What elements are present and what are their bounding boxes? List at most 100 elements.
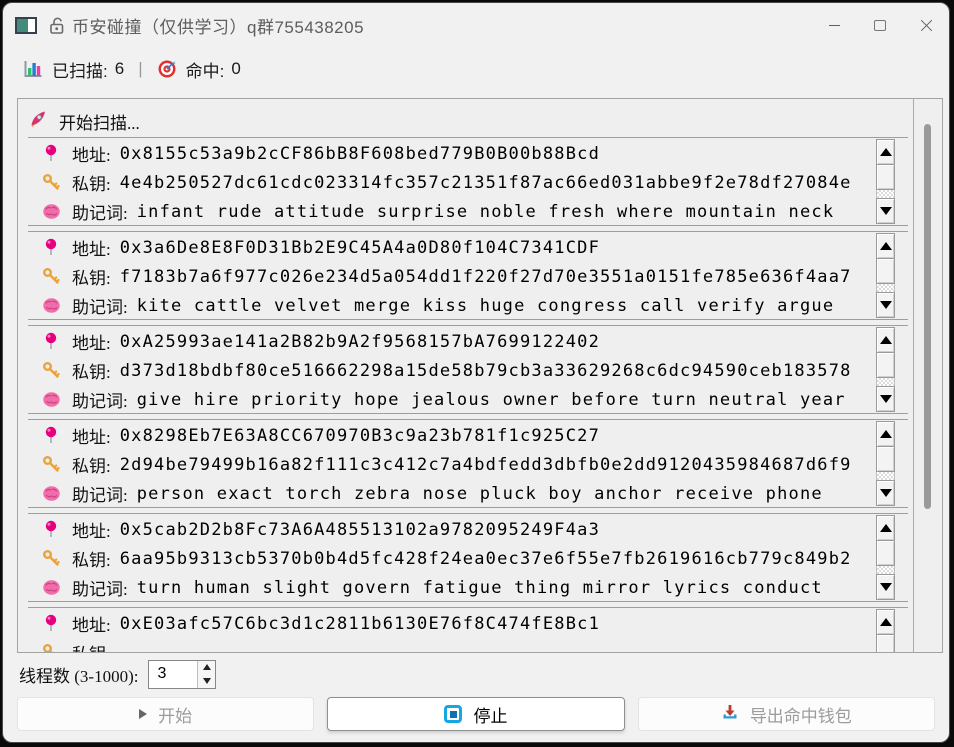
entry-scroll-down-button[interactable] bbox=[876, 480, 895, 506]
address-line: 地址: 0xE03afc57C6bc3d1c2811b6130E76f8C474… bbox=[40, 609, 908, 638]
close-button[interactable] bbox=[903, 3, 949, 47]
scroll-up-icon bbox=[880, 148, 892, 156]
scroll-up-icon bbox=[880, 242, 892, 250]
mnemonic-label: 助记词: bbox=[72, 293, 128, 318]
address-line: 地址: 0xA25993ae141a2B82b9A2f9568157bA7699… bbox=[40, 327, 908, 356]
thread-count-value[interactable]: 3 bbox=[149, 661, 197, 688]
log-scrollbar-track[interactable] bbox=[913, 99, 942, 652]
key-icon bbox=[40, 267, 62, 286]
scroll-up-icon bbox=[880, 336, 892, 344]
scroll-up-icon bbox=[880, 430, 892, 438]
entry-scroll-up-button[interactable] bbox=[876, 139, 895, 165]
scan-start-message: 开始扫描... bbox=[59, 109, 140, 134]
scan-chart-icon bbox=[23, 59, 43, 79]
entry-scrollbar-thumb[interactable] bbox=[876, 164, 895, 190]
key-icon bbox=[40, 173, 62, 192]
entry-scrollbar[interactable] bbox=[876, 421, 895, 506]
entry-scrollbar[interactable] bbox=[876, 515, 895, 600]
entry-scrollbar-track[interactable] bbox=[876, 566, 895, 574]
entry-scroll-down-button[interactable] bbox=[876, 292, 895, 318]
thread-count-spinbox[interactable]: 3 bbox=[148, 660, 216, 689]
action-buttons: 开始 停止 导出命中钱包 bbox=[17, 697, 935, 731]
window-controls bbox=[811, 3, 949, 47]
scanned-value: 6 bbox=[115, 59, 124, 79]
entry-scroll-down-button[interactable] bbox=[876, 198, 895, 224]
mnemonic-value: kite cattle velvet merge kiss huge congr… bbox=[137, 296, 835, 316]
mnemonic-value: person exact torch zebra nose pluck boy … bbox=[137, 484, 823, 504]
pin-icon bbox=[40, 520, 62, 540]
private-key-value: 4e4b250527dc61cdc023314fc357c21351f87ac6… bbox=[120, 173, 852, 193]
private-key-label: 私钥: bbox=[72, 452, 111, 477]
private-key-line: 私钥: 4e4b250527dc61cdc023314fc357c21351f8… bbox=[40, 168, 908, 197]
mnemonic-label: 助记词: bbox=[72, 481, 128, 506]
pin-icon bbox=[40, 614, 62, 634]
brain-icon bbox=[40, 297, 62, 314]
stats-bar: 已扫描: 6 | 命中: 0 bbox=[3, 47, 949, 91]
entry-scroll-up-button[interactable] bbox=[876, 233, 895, 259]
private-key-line: 私钥: 6aa95b9313cb5370b0b4d5fc428f24ea0ec3… bbox=[40, 544, 908, 573]
entry-scrollbar-thumb[interactable] bbox=[876, 446, 895, 472]
scroll-down-icon bbox=[880, 489, 892, 497]
play-icon bbox=[139, 709, 147, 719]
entry-scrollbar-track[interactable] bbox=[876, 472, 895, 480]
minimize-button[interactable] bbox=[811, 3, 857, 47]
entry-scroll-up-button[interactable] bbox=[876, 609, 895, 635]
entry-scroll-up-button[interactable] bbox=[876, 327, 895, 353]
unlock-icon bbox=[47, 16, 66, 35]
export-hits-button[interactable]: 导出命中钱包 bbox=[638, 697, 935, 731]
start-button[interactable]: 开始 bbox=[17, 697, 314, 731]
private-key-line: 私钥: f7183b7a6f977c026e234d5a054dd1f220f2… bbox=[40, 262, 908, 291]
target-icon bbox=[157, 59, 177, 79]
entry-scroll-down-button[interactable] bbox=[876, 574, 895, 600]
stop-button[interactable]: 停止 bbox=[327, 697, 624, 731]
app-icon bbox=[15, 17, 37, 34]
address-label: 地址: bbox=[72, 329, 111, 354]
mnemonic-label: 助记词: bbox=[72, 199, 128, 224]
entry-scrollbar-thumb[interactable] bbox=[876, 258, 895, 284]
maximize-button[interactable] bbox=[857, 3, 903, 47]
log-scrollbar-thumb[interactable] bbox=[924, 124, 931, 509]
address-label: 地址: bbox=[72, 423, 111, 448]
pin-icon bbox=[40, 332, 62, 352]
spinner-up-button[interactable] bbox=[198, 661, 215, 675]
stats-separator: | bbox=[138, 59, 142, 79]
scan-start-line: 开始扫描... bbox=[28, 106, 912, 137]
address-label: 地址: bbox=[72, 611, 111, 636]
entry-scrollbar-track[interactable] bbox=[876, 378, 895, 386]
pin-icon bbox=[40, 238, 62, 258]
thread-count-row: 线程数 (3-1000): 3 bbox=[19, 659, 216, 689]
key-icon bbox=[40, 361, 62, 380]
entry-scrollbar-track[interactable] bbox=[876, 190, 895, 198]
scroll-down-icon bbox=[880, 207, 892, 215]
entry-scroll-up-button[interactable] bbox=[876, 421, 895, 447]
entry-scrollbar-track[interactable] bbox=[876, 284, 895, 292]
private-key-value: f7183b7a6f977c026e234d5a054dd1f220f27d70… bbox=[120, 267, 852, 287]
entry-scrollbar-thumb[interactable] bbox=[876, 352, 895, 378]
scroll-up-icon bbox=[880, 618, 892, 626]
scanned-label: 已扫描: bbox=[52, 57, 108, 82]
mnemonic-value: turn human slight govern fatigue thing m… bbox=[137, 578, 823, 598]
entry-scrollbar-thumb[interactable] bbox=[876, 540, 895, 566]
mnemonic-value: infant rude attitude surprise noble fres… bbox=[137, 202, 835, 222]
private-key-value: 6aa95b9313cb5370b0b4d5fc428f24ea0ec37e6f… bbox=[120, 549, 852, 569]
address-line: 地址: 0x3a6De8E8F0D31Bb2E9C45A4a0D80f104C7… bbox=[40, 233, 908, 262]
entry-scroll-down-button[interactable] bbox=[876, 386, 895, 412]
private-key-label: 私钥: bbox=[72, 640, 111, 652]
wallet-entry: 地址: 0xA25993ae141a2B82b9A2f9568157bA7699… bbox=[28, 325, 908, 414]
app-window: 币安碰撞（仅供学习）q群755438205 已扫描: 6 | bbox=[2, 2, 950, 743]
private-key-label: 私钥: bbox=[72, 264, 111, 289]
entry-scrollbar[interactable] bbox=[876, 139, 895, 224]
mnemonic-line: 助记词: infant rude attitude surprise noble… bbox=[40, 197, 908, 226]
entry-scrollbar-thumb[interactable] bbox=[876, 634, 895, 652]
address-line: 地址: 0x5cab2D2b8Fc73A6A485513102a97820952… bbox=[40, 515, 908, 544]
spinner-down-button[interactable] bbox=[198, 674, 215, 688]
key-icon bbox=[40, 643, 62, 652]
stop-icon bbox=[444, 705, 462, 723]
entry-scrollbar[interactable] bbox=[876, 609, 895, 652]
private-key-value: 2d94be79499b16a82f111c3c412c7a4bdfedd3db… bbox=[120, 455, 852, 475]
entry-scroll-up-button[interactable] bbox=[876, 515, 895, 541]
spinner-down-icon bbox=[203, 678, 211, 684]
entry-scrollbar[interactable] bbox=[876, 233, 895, 318]
entry-scrollbar[interactable] bbox=[876, 327, 895, 412]
mnemonic-value: give hire priority hope jealous owner be… bbox=[137, 390, 846, 410]
